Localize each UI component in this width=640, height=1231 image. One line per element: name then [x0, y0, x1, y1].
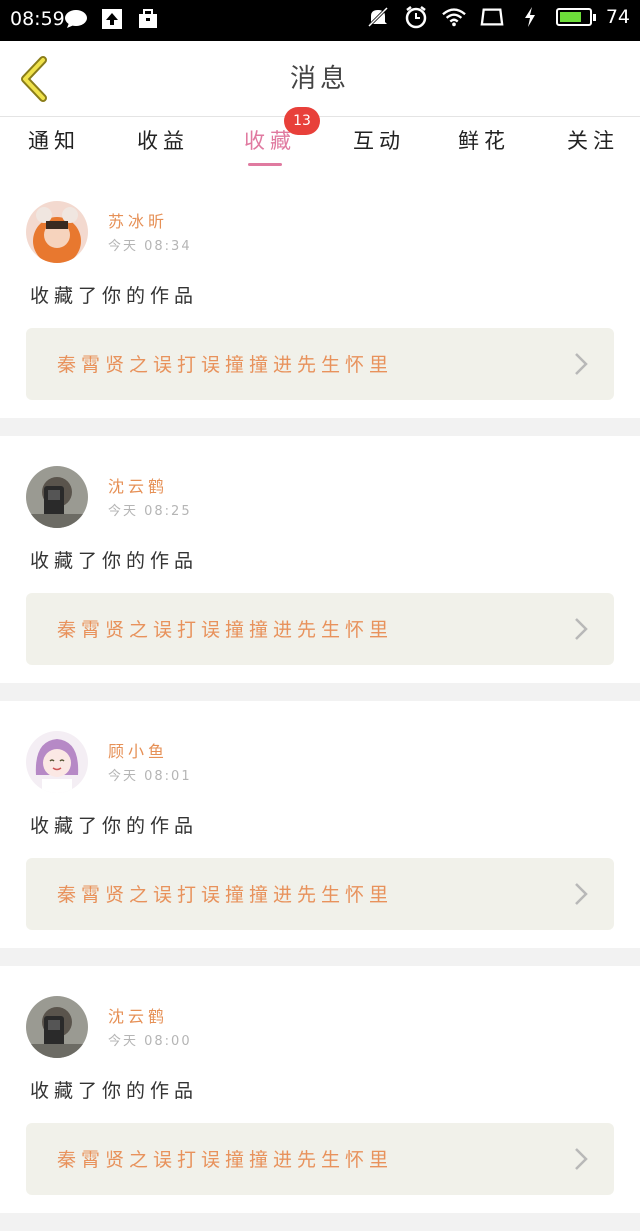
work-title: 秦霄贤之误打误撞撞进先生怀里 [57, 884, 394, 906]
avatar[interactable] [26, 731, 88, 793]
work-link[interactable]: 秦霄贤之误打误撞撞进先生怀里 [26, 858, 614, 930]
tab-bar: 通知 收益 收藏 13 互动 鲜花 关注 [0, 107, 640, 169]
upload-icon [100, 8, 124, 30]
list-item: 顾小鱼 今天 08:01 收藏了你的作品 秦霄贤之误打误撞撞进先生怀里 [0, 701, 640, 966]
chevron-right-icon [575, 353, 588, 375]
timestamp: 今天 08:25 [108, 504, 192, 519]
page-title: 消息 [289, 64, 350, 94]
chevron-right-icon [575, 883, 588, 905]
tab-flowers[interactable]: 鲜花 [458, 125, 510, 155]
work-link[interactable]: 秦霄贤之误打误撞撞进先生怀里 [26, 1123, 614, 1195]
username[interactable]: 沈云鹤 [108, 473, 168, 497]
username[interactable]: 顾小鱼 [108, 738, 168, 762]
work-link[interactable]: 秦霄贤之误打误撞撞进先生怀里 [26, 593, 614, 665]
chevron-right-icon [575, 1148, 588, 1170]
battery-icon [555, 8, 596, 26]
battery-level: 74 [605, 6, 630, 28]
list-item: 沈云鹤 今天 08:25 收藏了你的作品 秦霄贤之误打误撞撞进先生怀里 [0, 436, 640, 701]
message-list: 苏冰昕 今天 08:34 收藏了你的作品 秦霄贤之误打误撞撞进先生怀里 沈云鹤 … [0, 171, 640, 1231]
avatar[interactable] [26, 201, 88, 263]
list-item: 沈云鹤 今天 08:00 收藏了你的作品 秦霄贤之误打误撞撞进先生怀里 [0, 966, 640, 1231]
alarm-icon [404, 6, 428, 29]
timestamp: 今天 08:01 [108, 769, 192, 784]
action-text: 收藏了你的作品 [30, 285, 199, 307]
timestamp: 今天 08:00 [108, 1034, 192, 1049]
work-title: 秦霄贤之误打误撞撞进先生怀里 [57, 1149, 394, 1171]
unread-badge: 13 [284, 107, 320, 135]
chat-bubble-icon [64, 8, 88, 30]
action-text: 收藏了你的作品 [30, 1080, 199, 1102]
tab-notifications[interactable]: 通知 [28, 125, 80, 155]
work-link[interactable]: 秦霄贤之误打误撞撞进先生怀里 [26, 328, 614, 400]
work-title: 秦霄贤之误打误撞撞进先生怀里 [57, 354, 394, 376]
mute-icon [366, 6, 390, 28]
avatar[interactable] [26, 996, 88, 1058]
username[interactable]: 苏冰昕 [108, 208, 168, 232]
action-text: 收藏了你的作品 [30, 550, 199, 572]
active-tab-indicator [248, 163, 282, 166]
briefcase-icon [136, 8, 160, 30]
tab-interactions[interactable]: 互动 [353, 125, 405, 155]
tab-earnings[interactable]: 收益 [137, 125, 189, 155]
avatar[interactable] [26, 466, 88, 528]
work-title: 秦霄贤之误打误撞撞进先生怀里 [57, 619, 394, 641]
timestamp: 今天 08:34 [108, 239, 192, 254]
status-bar: 08:59 74 [0, 0, 640, 41]
username[interactable]: 沈云鹤 [108, 1003, 168, 1027]
wifi-icon [441, 6, 466, 28]
status-time: 08:59 [10, 8, 65, 30]
tab-follows[interactable]: 关注 [567, 125, 619, 155]
list-item: 苏冰昕 今天 08:34 收藏了你的作品 秦霄贤之误打误撞撞进先生怀里 [0, 171, 640, 436]
action-text: 收藏了你的作品 [30, 815, 199, 837]
app-header: 消息 [0, 41, 640, 117]
chevron-right-icon [575, 618, 588, 640]
charging-icon [518, 6, 542, 28]
signal-icon [480, 6, 504, 28]
